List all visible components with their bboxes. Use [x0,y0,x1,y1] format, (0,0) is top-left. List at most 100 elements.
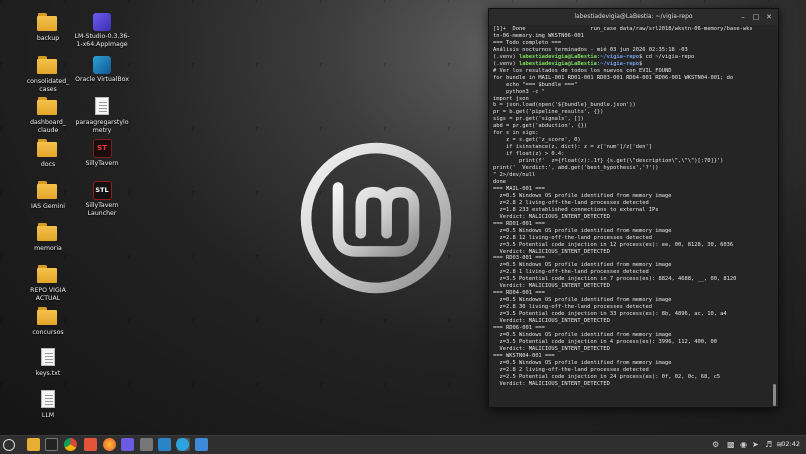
folder-icon [37,223,59,243]
terminal-line: done [493,178,506,185]
terminal-line: z=0.5 Windows OS profile identified from… [493,297,672,304]
terminal-line: tn-06-memory.img WKSTN06-001 [493,32,584,39]
desktop-icon-label: memoria [34,245,62,252]
terminal-line: for bundle in MAIL-001 RD01-001 RD03-001… [493,74,734,81]
folder-icon [37,265,59,285]
desktop-icon-label: keys.txt [35,370,61,377]
terminal-line: Verdict: MALICIOUS_INTENT_DETECTED [493,380,610,387]
terminal-line: print(' Verdict:', abd.get('best_hypothe… [493,165,659,172]
terminal-line: === MAIL-001 === [493,185,545,192]
terminal-line: z=2.8 1 living-off-the-land processes de… [493,269,649,276]
terminal-titlebar[interactable]: labestiadevigia@LaBestia: ~/vigia-repo –… [489,9,778,25]
terminal-badge-icon[interactable] [45,438,58,451]
terminal-line: echo "=== $bundle ===" [493,81,578,88]
close-icon[interactable]: ✕ [764,12,774,22]
terminal-line: Verdict: MALICIOUS_INTENT_DETECTED [493,283,610,290]
desktop-icon-llm[interactable]: LLM [13,390,83,420]
folder-icon [37,97,59,117]
desktop-icon-label: SillyTavern [85,160,119,167]
terminal-line: === WKSTN04-001 === [493,352,555,359]
desktop-icon-repo-vigia-actual[interactable]: REPO VIGIA ACTUAL [13,265,83,302]
terminal-line: [1]+ Done run_case data/raw/srl2018/wkst… [493,26,753,32]
chromium-icon[interactable] [140,438,153,451]
terminal-line: === Todo completo === [493,39,562,46]
virtualbox-icon[interactable] [158,438,171,451]
telegram-icon[interactable] [176,438,189,451]
terminal-line: python3 -c " [493,88,545,95]
terminal-line: print(f' z={float(z):.1f} {s.get(\"descr… [493,158,724,165]
send-icon[interactable]: ➤ [752,439,759,451]
desktop-icon-label: SillyTavern Launcher [85,202,119,217]
desktop-icon-virtualbox[interactable]: Oracle VirtualBox [67,56,137,84]
terminal-line: z = s.get('z_score', 0) [493,137,581,144]
terminal-line: z=1.8 233 established connections to ext… [493,206,659,213]
text-file-icon [91,97,113,117]
terminal-line: z=2.8 12 living-off-the-land processes d… [493,234,653,241]
terminal-line: z=3.5 Potential code injection in 4 proc… [493,338,717,345]
steam-icon[interactable]: ⚙ [712,439,719,451]
terminal-output[interactable]: [1]+ Done run_case data/raw/srl2018/wkst… [493,26,768,405]
linux-mint-logo [300,142,452,294]
desktop-icon-paraagregarstylometry[interactable]: paraagregarstylo metry [67,97,137,134]
desktop-icon-lm-studio[interactable]: LM-Studio-0.3.36- 1-x64.AppImage [67,13,137,48]
terminal-line: " 2>/dev/null [493,172,536,179]
text-file-icon [37,348,59,368]
folder-icon [37,181,59,201]
folder-icon [37,13,59,33]
files-icon[interactable] [27,438,40,451]
terminal-line: z=0.5 Windows OS profile identified from… [493,359,672,366]
terminal-title: labestiadevigia@LaBestia: ~/vigia-repo [574,13,693,20]
shield-icon[interactable]: ◉ [740,439,747,451]
volume-icon[interactable]: ♬ [765,439,772,451]
desktop-icon-label: paraagregarstylo metry [75,119,129,134]
desktop-icon-concursos[interactable]: concursos [13,307,83,337]
minimize-icon[interactable]: – [738,12,748,22]
terminal-line: === RD06-001 === [493,324,545,331]
lmstudio-icon [93,13,111,31]
desktop-icon-keys-txt[interactable]: keys.txt [13,348,83,378]
desktop-icon-memoria[interactable]: memoria [13,223,83,253]
firefox-icon[interactable] [103,438,116,451]
terminal-line: === RD03-001 === [493,255,545,262]
terminal-line: for s in sigs: [493,130,539,137]
chrome-icon[interactable] [64,438,77,451]
mint-menu-icon[interactable] [3,439,15,451]
desktop-icon-label: LLM [41,412,55,419]
terminal-line: z=2.5 Potential code injection in 24 pro… [493,373,721,380]
terminal-line: (.venv) labestiadevigia@LaBestia:~/vigia… [493,53,695,60]
terminal-line: z=3.5 Potential code injection in 12 pro… [493,241,734,248]
folder-icon [37,56,59,76]
desktop-icon-label: concursos [32,329,64,336]
network-icon[interactable]: ▩ [727,439,735,451]
desktop-icon-sillytavern[interactable]: ST SillyTavern [67,139,137,168]
virtualbox-icon [93,56,111,74]
terminal-line: z=0.5 Windows OS profile identified from… [493,192,672,199]
clock[interactable]: 02:42 [781,440,800,448]
terminal-line: abd = pr.get('abduction', {}) [493,123,588,130]
terminal-line: Análisis nocturnos terminados - mié 03 j… [493,46,688,53]
desktop: backup consolidated_ cases dashboard_ cl… [0,0,806,435]
terminal-line: z=3.5 Potential code injection in 33 pro… [493,311,727,318]
folder-icon [37,139,59,159]
maximize-icon[interactable]: □ [751,12,761,22]
terminal-line: z=2.8 2 living-off-the-land processes de… [493,366,649,373]
terminal-line: if float(z) > 0.4: [493,151,565,158]
desktop-icon-label: Oracle VirtualBox [75,76,129,83]
terminal-line: Verdict: MALICIOUS_INTENT_DETECTED [493,318,610,325]
terminal-line: pr = b.get('pipeline_results', {}) [493,109,604,116]
terminal-scrollbar[interactable] [773,384,776,406]
brave-icon[interactable] [84,438,97,451]
terminal-line: # Ver los resultados de todos los nuevos… [493,67,672,74]
terminal-line: import json [493,95,529,102]
taskbar: ⚙ ▩ ◉ ➤ ♬ ≋ 02:42 [0,435,806,454]
terminal-window[interactable]: labestiadevigia@LaBestia: ~/vigia-repo –… [488,8,779,408]
terminal-line: if isinstance(z, dict): z = z['num']/z['… [493,144,653,151]
desktop-icon-sillytavern-launcher[interactable]: STL SillyTavern Launcher [67,181,137,217]
terminal-line: Verdict: MALICIOUS_INTENT_DETECTED [493,345,610,352]
terminal-line: z=2.8 30 living-off-the-land processes d… [493,304,653,311]
terminal-line: === RD04-001 === [493,290,545,297]
notes-icon[interactable] [195,438,208,451]
terminal-line: z=0.5 Windows OS profile identified from… [493,227,672,234]
sillytavern-launcher-icon: STL [92,181,112,200]
lmstudio-icon[interactable] [121,438,134,451]
